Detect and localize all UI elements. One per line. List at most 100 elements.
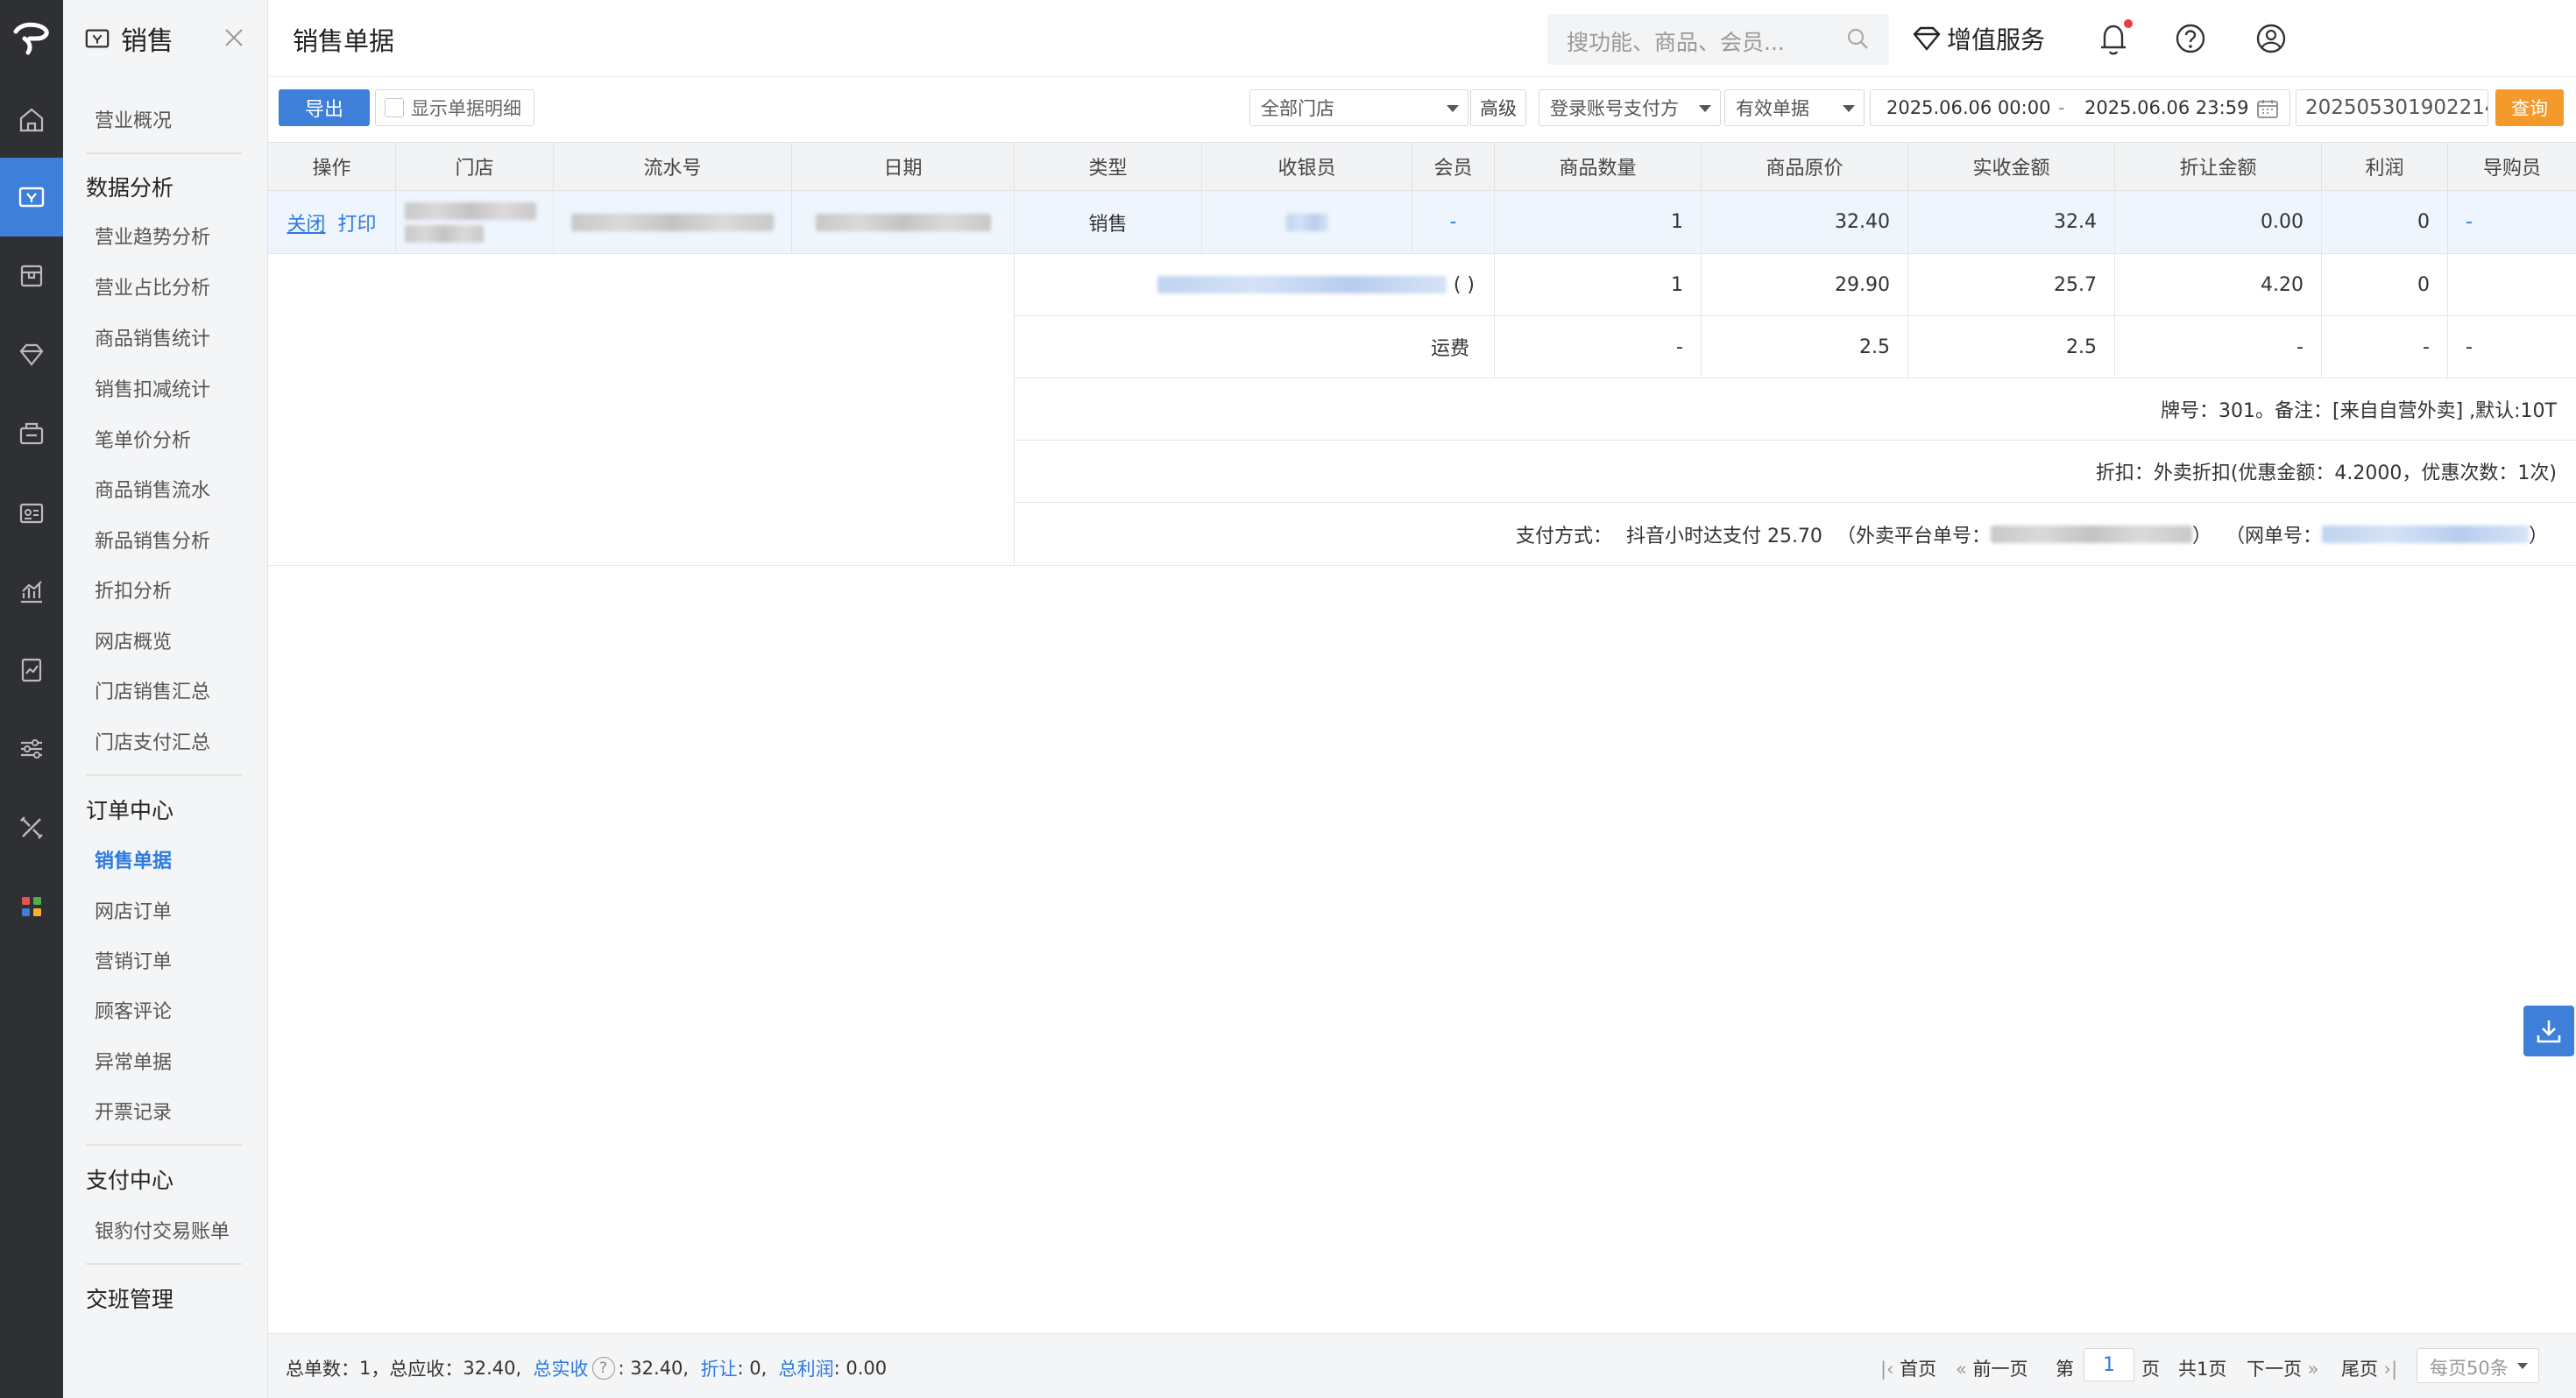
help-button[interactable] [2173, 19, 2208, 63]
col-header: 收银员 [1202, 142, 1412, 191]
sidebar-item[interactable]: 营业趋势分析 [95, 222, 210, 250]
sidebar-item-sales-docs[interactable]: 销售单据 [95, 845, 172, 873]
sidebar-item[interactable]: 笔单价分析 [95, 425, 191, 453]
divider [86, 774, 242, 776]
search-box[interactable]: 搜功能、商品、会员... [1547, 14, 1889, 65]
valid-select[interactable]: 有效单据 [1724, 89, 1865, 126]
notification-button[interactable] [2096, 19, 2133, 63]
member-icon[interactable] [0, 315, 63, 394]
redacted-text [405, 201, 536, 220]
sidebar-group-shift[interactable]: 交班管理 [86, 1282, 173, 1314]
sales-icon[interactable] [0, 158, 63, 237]
product-icon[interactable] [0, 237, 63, 315]
close-link[interactable]: 关闭 [287, 208, 325, 237]
last-page-label: 尾页 [2341, 1359, 2378, 1380]
orig-price-cell: 32.40 [1702, 191, 1908, 254]
help-icon [2176, 24, 2205, 53]
summary: 总单数： 1 ，总应收： 32.40 , 总实收 ? : 32.40 , 折让 … [286, 1355, 887, 1381]
date-from[interactable]: 2025.06.06 00:00 [1886, 97, 2050, 118]
prev-page-label: 前一页 [1972, 1359, 2028, 1380]
sidebar-item[interactable]: 异常单据 [95, 1047, 172, 1075]
tools-icon[interactable] [0, 788, 63, 867]
store-select-value: 全部门店 [1261, 98, 1334, 119]
advanced-button[interactable]: 高级 [1470, 89, 1526, 126]
apps-grid-icon[interactable] [0, 867, 63, 946]
redacted-text [571, 213, 774, 231]
sidebar-group-payment[interactable]: 支付中心 [86, 1163, 173, 1195]
show-detail-checkbox[interactable]: 显示单据明细 [375, 89, 534, 126]
page-prefix: 第 [2056, 1359, 2074, 1380]
sidebar-item[interactable]: 新品销售分析 [95, 526, 210, 554]
col-header: 商品原价 [1702, 142, 1908, 191]
sidebar-item[interactable]: 网店订单 [95, 896, 172, 924]
value-service-button[interactable]: 增值服务 [1912, 18, 2045, 60]
prev-page-button[interactable]: « 前一页 [1956, 1355, 2028, 1381]
total-due: 32.40 [463, 1358, 516, 1379]
settings-sliders-icon[interactable] [0, 710, 63, 788]
divider [86, 1263, 242, 1265]
search-icon[interactable] [1845, 26, 1870, 51]
sidebar-group-analysis[interactable]: 数据分析 [86, 171, 173, 202]
next-page-button[interactable]: 下一页 » [2247, 1355, 2319, 1381]
query-button[interactable]: 查询 [2495, 89, 2564, 126]
print-link[interactable]: 打印 [338, 208, 377, 237]
total-received: 32.40 [630, 1358, 683, 1379]
sidebar-item[interactable]: 销售扣减统计 [95, 374, 210, 402]
export-button[interactable]: 导出 [279, 89, 370, 126]
detail-orig-price: 29.90 [1702, 254, 1908, 316]
help-icon[interactable]: ? [591, 1357, 615, 1380]
user-button[interactable] [2254, 19, 2289, 63]
detail-discount: 4.20 [2115, 254, 2322, 316]
col-header: 利润 [2322, 142, 2448, 191]
qty-cell: 1 [1495, 191, 1702, 254]
sidebar-item[interactable]: 商品销售统计 [95, 323, 210, 351]
close-icon[interactable] [221, 25, 247, 51]
calendar-icon[interactable] [2256, 98, 2279, 119]
sidebar-item[interactable]: 开票记录 [95, 1097, 172, 1125]
search-input[interactable]: 搜功能、商品、会员... [1567, 25, 1785, 57]
sidebar-item[interactable]: 商品销售流水 [95, 475, 210, 503]
staff-card-icon[interactable] [0, 473, 63, 552]
payment-select[interactable]: 登录账号支付方 [1539, 89, 1721, 126]
col-header: 商品数量 [1495, 142, 1702, 191]
date-range-picker[interactable]: 2025.06.06 00:00 - 2025.06.06 23:59 [1870, 89, 2290, 126]
sidebar-item[interactable]: 门店支付汇总 [95, 727, 210, 755]
filter-toolbar: 导出 显示单据明细 全部门店 高级 登录账号支付方 有效单据 2025.06.0… [268, 77, 2576, 142]
sidebar-item[interactable]: 网店概览 [95, 626, 172, 654]
col-header: 类型 [1015, 142, 1202, 191]
order-number-input[interactable]: 202505301902214 [2296, 89, 2488, 126]
order-note: 牌号：301。备注：[来自自营外卖] ,默认:10T [1015, 378, 2576, 441]
table-row[interactable]: 关闭 打印 销售 - 1 32.40 32.4 0.00 0 - [268, 191, 2576, 254]
logo-icon[interactable] [0, 0, 63, 77]
detail-profit: 0 [2322, 254, 2448, 316]
home-icon[interactable] [0, 81, 63, 159]
diamond-icon [1913, 26, 1941, 51]
sidebar-item[interactable]: 顾客评论 [95, 996, 172, 1024]
sidebar-item-overview[interactable]: 营业概况 [95, 105, 172, 133]
checkbox[interactable] [385, 98, 404, 117]
date-to[interactable]: 2025.06.06 23:59 [2084, 97, 2248, 118]
report-chart-icon[interactable] [0, 552, 63, 631]
page-input[interactable]: 1 [2084, 1348, 2134, 1381]
finance-icon[interactable] [0, 631, 63, 710]
sidebar-item[interactable]: 折扣分析 [95, 575, 172, 604]
sidebar-item[interactable]: 营销订单 [95, 946, 172, 974]
per-page-select[interactable]: 每页50条 [2417, 1348, 2539, 1383]
show-detail-label: 显示单据明细 [411, 98, 521, 119]
marketing-icon[interactable] [0, 394, 63, 473]
secondary-sidebar: 销售 营业概况 数据分析 营业趋势分析 营业占比分析 商品销售统计 销售扣减统计… [63, 0, 268, 1398]
sidebar-item[interactable]: 营业占比分析 [95, 272, 210, 300]
last-page-button[interactable]: 尾页 ›| [2341, 1355, 2397, 1381]
store-select[interactable]: 全部门店 [1249, 89, 1468, 126]
discount-label: 折让 [700, 1359, 738, 1380]
sidebar-group-orders[interactable]: 订单中心 [86, 794, 173, 825]
cashier-cell [1202, 191, 1412, 254]
first-page-button[interactable]: |‹ 首页 [1880, 1355, 1936, 1381]
detail-qty: 1 [1495, 254, 1702, 316]
sidebar-item[interactable]: 银豹付交易账单 [95, 1216, 230, 1244]
sidebar-item[interactable]: 门店销售汇总 [95, 676, 210, 704]
redacted-text [405, 224, 484, 243]
detail-orig-price: 2.5 [1702, 316, 1908, 378]
download-button[interactable] [2523, 1006, 2574, 1056]
per-page-value: 每页50条 [2430, 1358, 2509, 1379]
